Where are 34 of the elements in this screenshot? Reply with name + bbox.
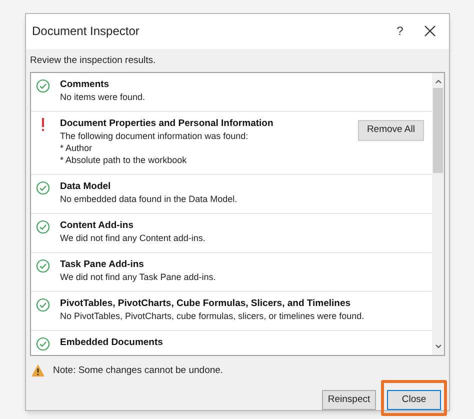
result-detail: * Absolute path to the workbook bbox=[60, 154, 188, 166]
scroll-up-icon[interactable] bbox=[434, 78, 442, 84]
result-title: Comments bbox=[60, 78, 110, 91]
result-title: Data Model bbox=[60, 180, 112, 193]
check-circle-icon bbox=[36, 180, 50, 195]
result-detail: We did not find any Content add-ins. bbox=[60, 232, 206, 244]
check-circle-icon bbox=[36, 220, 50, 234]
dialog-button[interactable]: Reinspect bbox=[322, 390, 376, 410]
result-title: Content Add-ins bbox=[60, 220, 135, 232]
result-title: PivotTables, PivotCharts, Cube Formulas, Slicers, and Timelines bbox=[60, 298, 352, 310]
scrollbar-thumb[interactable] bbox=[433, 88, 443, 173]
result-detail: * Author bbox=[60, 142, 94, 154]
dialog-button[interactable]: Close bbox=[387, 390, 441, 410]
scroll-down-icon[interactable] bbox=[434, 344, 442, 349]
exclamation-icon bbox=[41, 118, 45, 132]
help-button[interactable]: ? bbox=[385, 19, 415, 44]
result-detail: No items were found. bbox=[60, 92, 146, 103]
result-detail: The following document information was found: bbox=[60, 130, 250, 142]
result-detail: No embedded data found in the Data Model. bbox=[60, 194, 238, 205]
check-circle-icon bbox=[36, 78, 50, 93]
check-circle-icon bbox=[36, 298, 50, 312]
result-detail: No PivotTables, PivotCharts, cube formulas, slicers, or timelines were found. bbox=[60, 310, 366, 322]
scrollbar[interactable] bbox=[432, 72, 444, 355]
note-text: Note: Some changes cannot be undone. bbox=[53, 364, 224, 378]
window-title: Document Inspector bbox=[32, 23, 140, 40]
result-detail: We did not find any Task Pane add-ins. bbox=[60, 272, 217, 283]
result-title: Document Properties and Personal Information bbox=[60, 118, 274, 130]
remove-all-button[interactable]: Remove All bbox=[358, 120, 424, 141]
instruction-text: Review the inspection results. bbox=[29, 54, 157, 68]
result-title: Embedded Documents bbox=[60, 336, 164, 349]
check-circle-icon bbox=[36, 258, 50, 273]
check-circle-icon bbox=[36, 336, 50, 351]
warning-icon bbox=[31, 364, 45, 378]
result-title: Task Pane Add-ins bbox=[60, 258, 145, 271]
